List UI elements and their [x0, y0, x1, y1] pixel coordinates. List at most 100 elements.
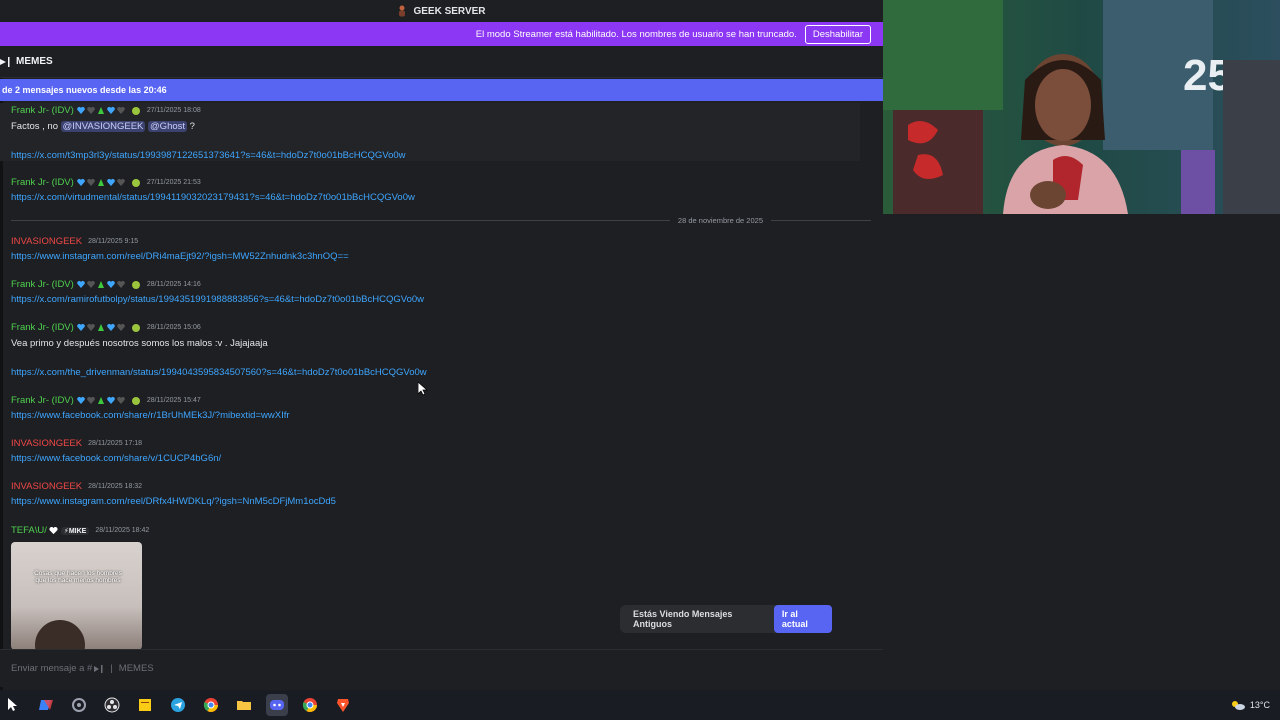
obs-icon[interactable] [101, 694, 123, 716]
settings-icon[interactable] [68, 694, 90, 716]
text-suffix: ? [187, 121, 195, 132]
snake-icon [131, 179, 140, 187]
timestamp: 28/11/2025 18:32 [88, 483, 143, 490]
author-name[interactable]: Frank Jr- (IDV) [11, 177, 74, 188]
author-name[interactable]: INVASIONGEEK [11, 236, 82, 247]
old-messages-text: Estás Viendo Mensajes Antiguos [633, 609, 733, 629]
timestamp: 27/11/2025 21:53 [146, 179, 201, 186]
message: Frank Jr- (IDV) 28/11/2025 15:06 Vea pri… [11, 322, 871, 378]
snake-icon [131, 107, 140, 115]
date-divider-label: 28 de noviembre de 2025 [677, 215, 763, 225]
webcam-overlay: 25 [883, 0, 1280, 214]
message: Frank Jr- (IDV) 28/11/2025 14:16 https:/… [11, 279, 871, 305]
chrome-profile-icon[interactable] [299, 694, 321, 716]
message-link[interactable]: https://www.instagram.com/reel/DRi4maEjt… [11, 251, 871, 262]
snake-icon [131, 397, 140, 405]
message-text: Vea primo y después nosotros somos los m… [11, 338, 268, 349]
badge-icons [77, 280, 125, 288]
message-link[interactable]: https://www.instagram.com/reel/DRfx4HWDK… [11, 496, 871, 507]
server-icon [399, 5, 406, 17]
message: Frank Jr- (IDV) 27/11/2025 18:08 Factos … [0, 103, 860, 161]
message-link[interactable]: https://x.com/ramirofutbolpy/status/1994… [11, 294, 871, 305]
role-badges [77, 323, 141, 332]
author-name[interactable]: INVASIONGEEK [11, 481, 82, 492]
thumbnail-caption: Cosas que hacen los hombres que los hace… [34, 570, 122, 584]
message-header: INVASIONGEEK 28/11/2025 17:18 [11, 438, 871, 449]
message-header: Frank Jr- (IDV) 27/11/2025 18:08 [11, 105, 860, 116]
role-badges [77, 178, 141, 187]
message-link[interactable]: https://x.com/the_drivenman/status/19940… [11, 367, 871, 378]
channel-icon [0, 56, 10, 67]
channel-icon [94, 664, 103, 673]
text-prefix: Factos , no [11, 121, 61, 132]
video-thumbnail[interactable]: Cosas que hacen los hombres que los hace… [11, 542, 142, 649]
message: Frank Jr- (IDV) 27/11/2025 21:53 https:/… [11, 177, 871, 203]
brave-icon[interactable] [332, 694, 354, 716]
copilot-icon[interactable] [35, 694, 57, 716]
person-head [35, 620, 85, 649]
timestamp: 28/11/2025 9:15 [88, 238, 139, 245]
author-name[interactable]: Frank Jr- (IDV) [11, 279, 74, 290]
telegram-icon[interactable] [167, 694, 189, 716]
message-text: Factos , no @INVASIONGEEK @Ghost ? [11, 121, 860, 132]
author-name[interactable]: INVASIONGEEK [11, 438, 82, 449]
timestamp: 28/11/2025 18:42 [95, 527, 150, 534]
mention[interactable]: @Ghost [148, 121, 188, 132]
badge-icons [77, 178, 125, 186]
composer-placeholder: Enviar mensaje a # [11, 663, 93, 674]
author-name[interactable]: Frank Jr- (IDV) [11, 322, 74, 333]
separator: | [110, 663, 113, 674]
file-explorer-icon[interactable] [233, 694, 255, 716]
message: Frank Jr- (IDV) 28/11/2025 15:47 https:/… [11, 395, 871, 421]
notice-text: El modo Streamer está habilitado. Los no… [475, 28, 797, 40]
snake-icon [131, 324, 140, 332]
badge-icons [77, 106, 125, 114]
message: INVASIONGEEK 28/11/2025 18:32 https://ww… [11, 481, 871, 507]
system-tray: 13°C [1230, 690, 1270, 720]
message-link[interactable]: https://www.facebook.com/share/r/1BrUhME… [11, 410, 871, 421]
message-list[interactable]: Frank Jr- (IDV) 27/11/2025 18:08 Factos … [0, 101, 883, 649]
composer-channel: MEMES [118, 663, 154, 674]
message-link[interactable]: https://x.com/t3mp3rl3y/status/199398712… [11, 150, 860, 161]
notes-icon[interactable] [134, 694, 156, 716]
discord-icon[interactable] [266, 694, 288, 716]
user-tag-label: MIKE [68, 527, 87, 535]
timestamp: 28/11/2025 15:47 [146, 397, 201, 404]
role-badges [77, 106, 141, 115]
jump-to-present-button[interactable]: Ir al actual [773, 605, 832, 633]
message-header: Frank Jr- (IDV) 28/11/2025 15:06 [11, 322, 871, 333]
disable-button[interactable]: Deshabilitar [804, 24, 871, 44]
channel-name: MEMES [16, 56, 53, 67]
message-link[interactable]: https://x.com/virtudmental/status/199411… [11, 192, 871, 203]
author-name[interactable]: Frank Jr- (IDV) [11, 105, 74, 116]
user-tag: ⚡MIKE [60, 526, 90, 535]
role-badges [77, 396, 141, 405]
message-header: Frank Jr- (IDV) 27/11/2025 21:53 [11, 177, 871, 188]
new-messages-text: de 2 mensajes nuevos desde las 20:46 [2, 85, 167, 95]
chrome-icon[interactable] [200, 694, 222, 716]
author-name[interactable]: TEFA\U/ [11, 525, 47, 536]
channel-header: MEMES [0, 46, 883, 78]
snake-icon [131, 281, 140, 289]
message-composer[interactable]: Enviar mensaje a # | MEMES [0, 649, 883, 687]
message-link[interactable]: https://www.facebook.com/share/v/1CUCP4b… [11, 453, 871, 464]
divider-line [11, 219, 670, 221]
author-name[interactable]: Frank Jr- (IDV) [11, 395, 74, 406]
role-badges [77, 280, 141, 289]
badge-icons [77, 323, 125, 331]
timestamp: 28/11/2025 17:18 [88, 440, 143, 447]
divider-line [771, 219, 871, 221]
mention[interactable]: @INVASIONGEEK [60, 121, 146, 132]
weather-icon[interactable] [1230, 699, 1246, 711]
webcam-image: 25 [883, 0, 1280, 214]
message: INVASIONGEEK 28/11/2025 9:15 https://www… [11, 236, 871, 262]
server-name: GEEK SERVER [413, 5, 486, 17]
start-icon[interactable] [2, 694, 24, 716]
taskbar: 13°C [0, 690, 1280, 720]
message-header: INVASIONGEEK 28/11/2025 18:32 [11, 481, 871, 492]
message-header: INVASIONGEEK 28/11/2025 9:15 [11, 236, 871, 247]
weather-temp[interactable]: 13°C [1250, 700, 1270, 710]
new-messages-bar[interactable]: de 2 mensajes nuevos desde las 20:46 [0, 79, 883, 101]
timestamp: 28/11/2025 15:06 [146, 324, 201, 331]
discord-window: GEEK SERVER El modo Streamer está habili… [0, 0, 883, 690]
